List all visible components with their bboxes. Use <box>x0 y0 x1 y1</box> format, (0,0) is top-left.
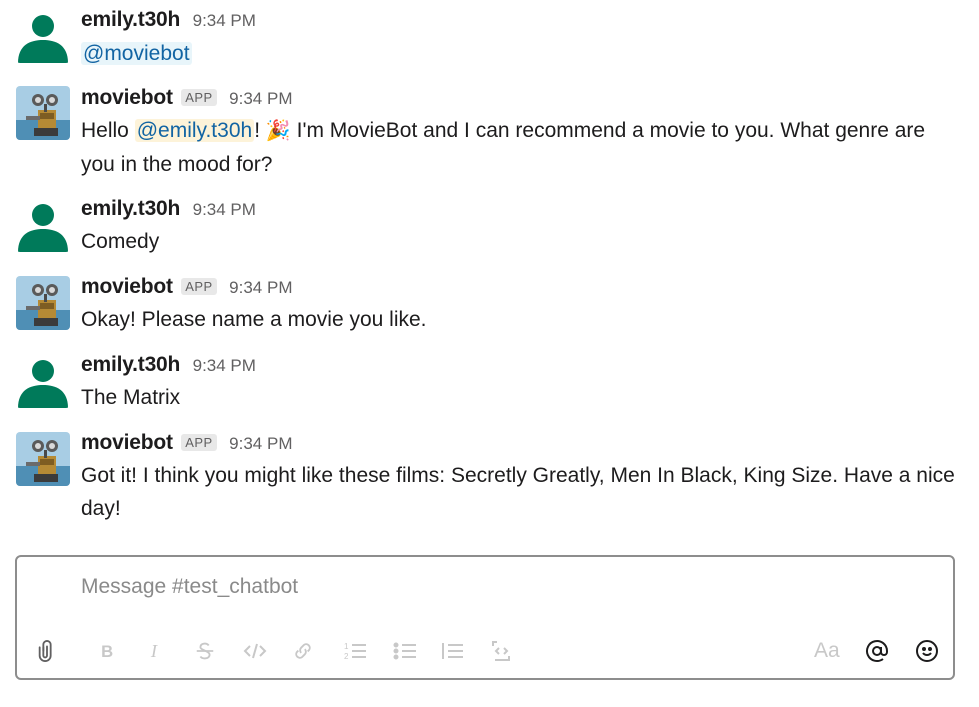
message-text: Okay! Please name a movie you like. <box>81 308 427 331</box>
svg-text:1: 1 <box>344 642 349 651</box>
message-text: The Matrix <box>81 386 181 409</box>
app-badge: APP <box>181 278 217 295</box>
bot-avatar[interactable] <box>16 432 70 486</box>
italic-icon[interactable]: I <box>141 637 169 665</box>
message-composer[interactable]: Message #test_chatbot B I 12 Aa <box>15 555 955 680</box>
formatting-icon[interactable]: Aa <box>814 639 840 663</box>
message-text: Got it! I think you might like these fil… <box>81 464 955 520</box>
emoji-icon[interactable] <box>913 637 941 665</box>
message-text: Hello <box>81 119 135 142</box>
bulleted-list-icon[interactable] <box>391 637 419 665</box>
bot-avatar[interactable] <box>16 86 70 140</box>
timestamp[interactable]: 9:34 PM <box>229 89 292 108</box>
sender-name[interactable]: moviebot <box>81 86 173 109</box>
party-popper-emoji: 🎉 <box>265 120 291 142</box>
svg-text:I: I <box>150 641 158 661</box>
svg-text:B: B <box>101 642 113 661</box>
timestamp[interactable]: 9:34 PM <box>193 356 256 375</box>
timestamp[interactable]: 9:34 PM <box>229 278 292 297</box>
avatar[interactable] <box>16 198 70 252</box>
sender-name[interactable]: moviebot <box>81 431 173 454</box>
code-icon[interactable] <box>241 637 269 665</box>
code-block-icon[interactable] <box>487 637 515 665</box>
link-icon[interactable] <box>289 637 317 665</box>
timestamp[interactable]: 9:34 PM <box>229 434 292 453</box>
blockquote-icon[interactable] <box>439 637 467 665</box>
mention-icon[interactable] <box>863 637 891 665</box>
timestamp[interactable]: 9:34 PM <box>193 11 256 30</box>
ordered-list-icon[interactable]: 12 <box>341 637 369 665</box>
message-text: Comedy <box>81 230 160 253</box>
message-input[interactable]: Message #test_chatbot <box>81 575 298 599</box>
bot-avatar[interactable] <box>16 276 70 330</box>
user-mention[interactable]: @emily.t30h <box>134 119 255 142</box>
strikethrough-icon[interactable] <box>191 637 219 665</box>
paperclip-icon[interactable] <box>33 637 61 665</box>
svg-text:2: 2 <box>344 652 349 661</box>
sender-name[interactable]: emily.t30h <box>81 197 180 220</box>
avatar[interactable] <box>16 354 70 408</box>
app-badge: APP <box>181 434 217 451</box>
sender-name[interactable]: emily.t30h <box>81 8 180 31</box>
app-badge: APP <box>181 89 217 106</box>
timestamp[interactable]: 9:34 PM <box>193 200 256 219</box>
user-mention[interactable]: @moviebot <box>81 42 192 65</box>
message-text: ! <box>254 119 261 142</box>
sender-name[interactable]: emily.t30h <box>81 353 180 376</box>
sender-name[interactable]: moviebot <box>81 275 173 298</box>
avatar[interactable] <box>16 9 70 63</box>
bold-icon[interactable]: B <box>93 637 121 665</box>
